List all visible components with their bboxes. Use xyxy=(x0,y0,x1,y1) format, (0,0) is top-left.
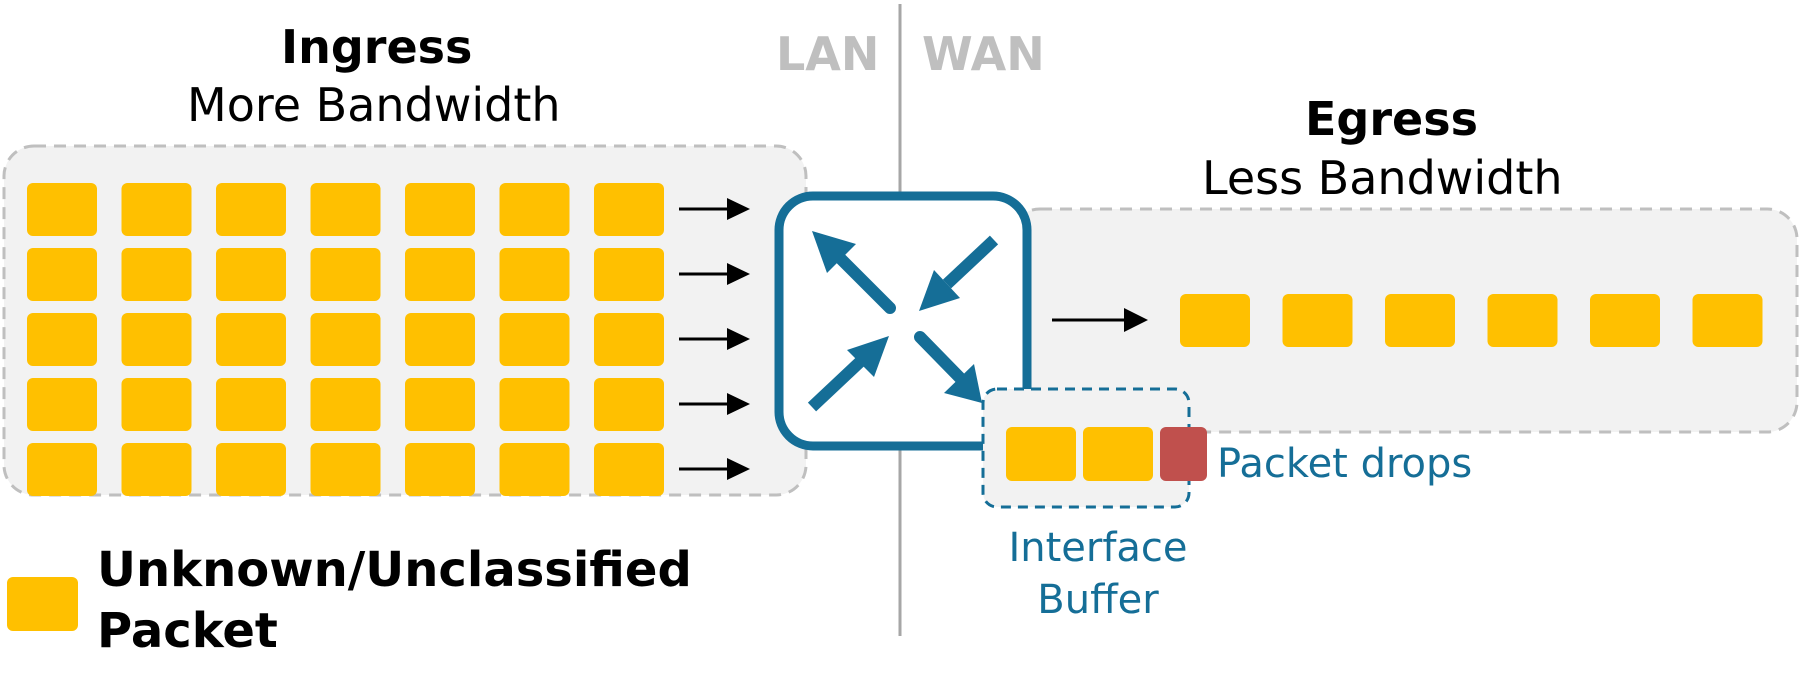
ingress-packet xyxy=(27,378,97,431)
ingress-packet xyxy=(216,313,286,366)
ingress-packet xyxy=(594,183,664,236)
egress-packet xyxy=(1180,294,1250,347)
buffer-packets xyxy=(1006,427,1207,481)
ingress-packet xyxy=(27,183,97,236)
ingress-packet xyxy=(121,248,192,301)
ingress-packet xyxy=(405,313,475,366)
ingress-packet xyxy=(216,378,286,431)
ingress-packet xyxy=(216,183,286,236)
legend-label-line2: Packet xyxy=(97,603,278,659)
ingress-packet xyxy=(27,248,97,301)
egress-subtitle: Less Bandwidth xyxy=(1202,151,1563,205)
ingress-subtitle: More Bandwidth xyxy=(187,78,561,132)
ingress-packet xyxy=(121,313,192,366)
ingress-packet xyxy=(405,378,475,431)
egress-packet xyxy=(1487,294,1558,347)
ingress-packet xyxy=(499,313,570,366)
ingress-packet xyxy=(499,378,570,431)
egress-packet xyxy=(1282,294,1353,347)
interface-buffer-label-line1: Interface xyxy=(1008,525,1188,571)
ingress-packet xyxy=(310,443,381,496)
ingress-packet xyxy=(121,378,192,431)
ingress-packet xyxy=(216,443,286,496)
ingress-packet-grid xyxy=(27,183,664,496)
legend-label: Unknown/Unclassified Packet xyxy=(97,540,692,662)
wan-label: WAN xyxy=(922,27,1045,81)
lan-label: LAN xyxy=(776,27,880,81)
ingress-packet xyxy=(121,183,192,236)
dropped-packet xyxy=(1160,427,1207,481)
ingress-packet xyxy=(310,313,381,366)
buffered-packet xyxy=(1083,427,1153,481)
ingress-packet xyxy=(499,248,570,301)
legend-label-line1: Unknown/Unclassified xyxy=(97,542,692,598)
egress-title: Egress xyxy=(1305,92,1478,146)
ingress-packet xyxy=(121,443,192,496)
ingress-packet xyxy=(310,378,381,431)
egress-packet xyxy=(1385,294,1455,347)
legend-swatch xyxy=(7,577,78,631)
ingress-packet xyxy=(310,248,381,301)
ingress-packet xyxy=(405,443,475,496)
ingress-packet xyxy=(27,313,97,366)
buffered-packet xyxy=(1006,427,1076,481)
ingress-title: Ingress xyxy=(281,20,473,74)
ingress-packet xyxy=(27,443,97,496)
packet-drops-label: Packet drops xyxy=(1217,441,1473,487)
ingress-packet xyxy=(405,248,475,301)
egress-packet xyxy=(1590,294,1660,347)
ingress-packet xyxy=(594,378,664,431)
ingress-packet xyxy=(499,183,570,236)
ingress-packet xyxy=(310,183,381,236)
ingress-packet xyxy=(405,183,475,236)
ingress-packet xyxy=(216,248,286,301)
interface-buffer-label: Interface Buffer xyxy=(1000,522,1196,626)
interface-buffer-label-line2: Buffer xyxy=(1037,577,1159,623)
ingress-packet xyxy=(594,248,664,301)
ingress-packet xyxy=(594,313,664,366)
egress-packet xyxy=(1692,294,1763,347)
ingress-packet xyxy=(594,443,664,496)
ingress-packet xyxy=(499,443,570,496)
